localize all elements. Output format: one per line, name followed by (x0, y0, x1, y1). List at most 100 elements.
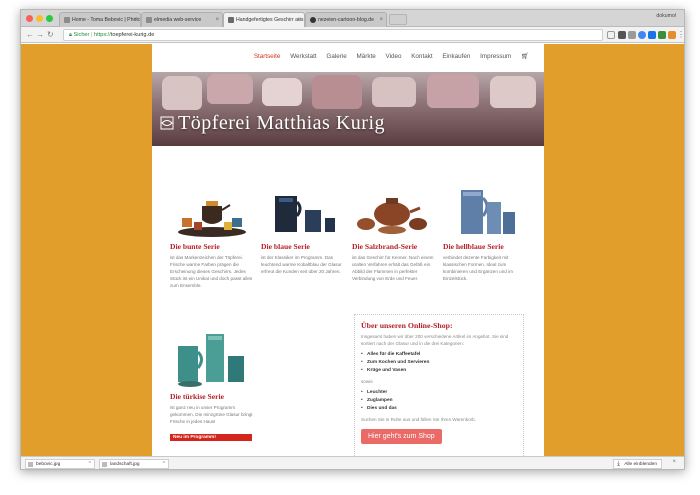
file-icon (102, 462, 107, 467)
new-tab-button[interactable] (389, 14, 407, 25)
close-icon[interactable]: × (672, 459, 676, 465)
extension-icon[interactable] (618, 31, 626, 39)
pottery-image (427, 74, 479, 108)
shop-categories: Alles für die Kaffeetafel Zum Kochen und… (361, 351, 517, 375)
chevron-up-icon[interactable]: ^ (89, 460, 91, 469)
series-description: ist das Geschirr für Kenner. Nach einem … (352, 255, 434, 281)
hellblaue-serie-image[interactable] (443, 184, 527, 240)
close-tab-icon[interactable]: × (133, 13, 137, 27)
nav-kontakt[interactable]: Kontakt (411, 53, 432, 60)
pottery-image (207, 74, 253, 104)
forward-arrow-icon[interactable]: → (36, 30, 44, 39)
downloads-bar: bebovic.jpg ^ landschaft.jpg ^ ⤓ Alle ei… (21, 456, 684, 469)
bunte-serie-image[interactable] (170, 184, 254, 240)
back-arrow-icon[interactable]: ← (26, 30, 34, 39)
show-all-label: Alle einblenden (624, 462, 657, 467)
salzbrand-serie-image[interactable] (352, 184, 436, 240)
page-icon (228, 17, 234, 23)
tab-label: Handgefertigtes Geschirr aus (236, 17, 304, 23)
download-item[interactable]: landschaft.jpg ^ (99, 459, 169, 469)
extension-icon[interactable] (638, 31, 646, 39)
download-item[interactable]: bebovic.jpg ^ (25, 459, 95, 469)
logo-icon (160, 116, 174, 130)
close-tab-icon[interactable]: × (215, 13, 219, 27)
extension-icon[interactable] (668, 31, 676, 39)
pottery-image (490, 76, 536, 108)
cart-icon[interactable]: 🛒︎ (521, 53, 529, 60)
nav-impressum[interactable]: Impressum (480, 53, 511, 60)
tab-toma-bebovic[interactable]: Home - Toma Bebovic | Photo × (59, 12, 141, 27)
extension-icon[interactable] (628, 31, 636, 39)
close-window-button[interactable] (26, 15, 33, 22)
url-host: toepferei-kurig.de (110, 32, 155, 38)
browser-window: Home - Toma Bebovic | Photo × elmedia we… (20, 9, 685, 470)
page-icon (310, 17, 316, 23)
nav-werkstatt[interactable]: Werkstatt (290, 53, 316, 60)
shop-button[interactable]: Hier geht's zum Shop (361, 429, 442, 444)
url-field[interactable]: 🔒︎ Sicher | https://toepferei-kurig.de (63, 29, 603, 41)
list-item: Krüge und Vasen (361, 367, 517, 375)
shop-title: Über unseren Online-Shop: (361, 321, 453, 330)
extension-icon[interactable] (658, 31, 666, 39)
main-navigation: Startseite Werkstatt Galerie Märkte Vide… (246, 52, 529, 60)
tab-toepferei-active[interactable]: Handgefertigtes Geschirr aus × (223, 12, 305, 27)
url-scheme: https:// (93, 32, 111, 38)
series-title[interactable]: Die Salzbrand-Serie (352, 242, 436, 251)
screenshot-frame: Home - Toma Bebovic | Photo × elmedia we… (0, 0, 700, 495)
profile-name[interactable]: dokumol (656, 13, 676, 19)
series-tuerkise: Die türkise Serie ist ganz neu in unser … (170, 326, 254, 443)
address-bar: ← → ↻ 🔒︎ Sicher | https://toepferei-kuri… (21, 27, 684, 43)
series-description: ist das Markenzeichen der Töpferei. Fris… (170, 255, 253, 288)
pottery-image (162, 76, 202, 110)
series-description: ist der Klassiker im Programm. Das leuch… (261, 255, 342, 274)
close-tab-icon[interactable]: × (379, 13, 383, 27)
list-item: Dies und das (361, 405, 517, 413)
nav-video[interactable]: Video (385, 53, 401, 60)
extension-icon[interactable] (648, 31, 656, 39)
secure-label: Sicher (73, 32, 90, 38)
shop-sowie: sowie (361, 379, 373, 384)
series-hellblaue: Die hellblaue Serie verbindet dezente Fa… (443, 184, 527, 282)
minimize-window-button[interactable] (36, 15, 43, 22)
reload-icon[interactable]: ↻ (47, 30, 54, 39)
pottery-image (312, 75, 362, 109)
new-badge: Neu im Programm! (170, 434, 252, 441)
series-description: ist ganz neu in unser Programm gekommen.… (170, 405, 253, 424)
chevron-up-icon[interactable]: ^ (163, 460, 165, 469)
star-icon[interactable] (607, 31, 615, 39)
series-salzbrand: Die Salzbrand-Serie ist das Geschirr für… (352, 184, 436, 282)
series-title[interactable]: Die hellblaue Serie (443, 242, 527, 251)
series-title[interactable]: Die türkise Serie (170, 392, 254, 401)
menu-icon[interactable]: ⋮ (677, 30, 684, 39)
series-description: verbindet dezente Farbigkeit mit klassis… (443, 255, 513, 281)
nav-einkaufen[interactable]: Einkaufen (442, 53, 470, 60)
series-title[interactable]: Die blaue Serie (261, 242, 345, 251)
header-banner: Töpferei Matthias Kurig (152, 72, 544, 146)
list-item: Zuglampen (361, 397, 517, 405)
file-icon (28, 462, 33, 467)
shop-info-box: Über unseren Online-Shop: Insgesamt habe… (354, 314, 524, 456)
lock-icon: 🔒︎ (69, 32, 72, 38)
pottery-image (262, 78, 302, 106)
show-all-downloads-button[interactable]: ⤓ Alle einblenden (613, 459, 662, 469)
series-bunte: Die bunte Serie ist das Markenzeichen de… (170, 184, 254, 289)
nav-startseite[interactable]: Startseite (254, 53, 281, 60)
tab-label: nezeien-cartoon-blog.de (318, 17, 374, 23)
page-icon (146, 17, 152, 23)
page-content: Startseite Werkstatt Galerie Märkte Vide… (152, 44, 544, 456)
blaue-serie-image[interactable] (261, 184, 345, 240)
shop-extras: Leuchter Zuglampen Dies und das (361, 389, 517, 413)
shop-outro: Suchen Sie in Ruhe aus und füllen Sie Ih… (361, 417, 476, 422)
nav-galerie[interactable]: Galerie (326, 53, 346, 60)
shop-intro: Insgesamt haben wir über 200 verschieden… (361, 334, 509, 346)
zoom-window-button[interactable] (46, 15, 53, 22)
web-viewport: Startseite Werkstatt Galerie Märkte Vide… (21, 44, 684, 456)
tab-elmedia[interactable]: elmedia web-service × (141, 12, 223, 27)
tuerkise-serie-image[interactable] (170, 326, 254, 390)
nav-maerkte[interactable]: Märkte (356, 53, 375, 60)
tab-label: elmedia web-service (154, 17, 202, 23)
tab-cartoon-blog[interactable]: nezeien-cartoon-blog.de × (305, 12, 387, 27)
series-title[interactable]: Die bunte Serie (170, 242, 254, 251)
pottery-image (372, 77, 416, 107)
close-tab-icon[interactable]: × (297, 13, 301, 27)
